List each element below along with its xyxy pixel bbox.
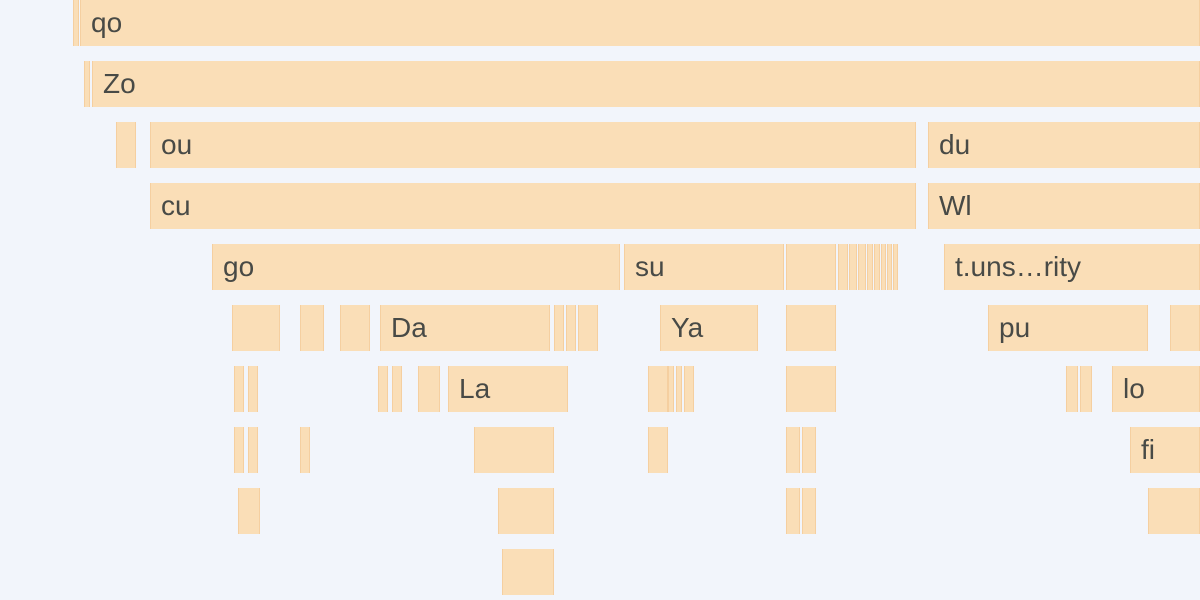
flame-frame[interactable]	[802, 488, 816, 534]
flame-frame[interactable]	[498, 488, 554, 534]
flame-frame[interactable]	[893, 244, 898, 290]
flame-frame[interactable]	[300, 305, 324, 351]
flame-frame[interactable]	[234, 366, 244, 412]
flame-frame[interactable]	[248, 427, 258, 473]
flame-frame-label: fi	[1141, 436, 1155, 464]
flame-frame-label: Ya	[671, 314, 703, 342]
flame-frame[interactable]: La	[448, 366, 568, 412]
flame-frame[interactable]	[1170, 305, 1200, 351]
flame-frame[interactable]	[116, 122, 136, 168]
flame-frame[interactable]: go	[212, 244, 620, 290]
flame-frame[interactable]	[232, 305, 280, 351]
flame-frame[interactable]	[234, 427, 244, 473]
flame-frame[interactable]	[340, 305, 370, 351]
flame-frame[interactable]: cu	[150, 183, 916, 229]
flame-frame[interactable]: lo	[1112, 366, 1200, 412]
flame-frame[interactable]	[881, 244, 886, 290]
flame-frame[interactable]	[300, 427, 310, 473]
flamegraph: qo Zo ou du cu Wl go su t.uns…rity Da Ya pu La lo fi	[0, 0, 1200, 600]
flame-frame[interactable]	[378, 366, 388, 412]
flame-frame-label: lo	[1123, 375, 1145, 403]
flame-frame[interactable]	[238, 488, 260, 534]
flame-frame[interactable]	[786, 488, 800, 534]
flame-frame[interactable]	[648, 366, 668, 412]
flame-frame[interactable]	[554, 305, 564, 351]
flame-frame-label: Wl	[939, 192, 972, 220]
flame-frame-label: cu	[161, 192, 191, 220]
flame-frame[interactable]	[867, 244, 873, 290]
flame-frame[interactable]	[1080, 366, 1092, 412]
flame-frame[interactable]	[887, 244, 892, 290]
flame-frame[interactable]: ou	[150, 122, 916, 168]
flame-frame[interactable]: t.uns…rity	[944, 244, 1200, 290]
flame-frame-label: pu	[999, 314, 1030, 342]
flame-frame[interactable]	[1066, 366, 1078, 412]
flame-frame[interactable]	[648, 427, 668, 473]
flame-frame[interactable]: fi	[1130, 427, 1200, 473]
flame-frame[interactable]	[502, 549, 554, 595]
flame-frame[interactable]	[392, 366, 402, 412]
flame-frame[interactable]	[668, 366, 674, 412]
flame-frame[interactable]	[874, 244, 880, 290]
flame-frame-label: Da	[391, 314, 427, 342]
flame-frame-label: qo	[91, 9, 122, 37]
flame-frame-label: go	[223, 253, 254, 281]
flame-frame-label: t.uns…rity	[955, 253, 1081, 281]
flame-frame[interactable]	[73, 0, 79, 46]
flame-frame[interactable]	[1148, 488, 1200, 534]
flame-frame-label: ou	[161, 131, 192, 159]
flame-frame[interactable]	[248, 366, 258, 412]
flame-frame[interactable]: qo	[80, 0, 1200, 46]
flame-frame[interactable]: Ya	[660, 305, 758, 351]
flame-frame[interactable]	[838, 244, 848, 290]
flame-frame[interactable]	[84, 61, 90, 107]
flame-frame[interactable]: pu	[988, 305, 1148, 351]
flame-frame[interactable]: du	[928, 122, 1200, 168]
flame-frame[interactable]	[802, 427, 816, 473]
flame-frame[interactable]	[849, 244, 857, 290]
flame-frame[interactable]: su	[624, 244, 784, 290]
flame-frame-label: La	[459, 375, 490, 403]
flame-frame[interactable]	[566, 305, 576, 351]
flame-frame[interactable]	[786, 244, 836, 290]
flame-frame-label: du	[939, 131, 970, 159]
flame-frame[interactable]	[474, 427, 554, 473]
flame-frame-label: su	[635, 253, 665, 281]
flame-frame-label: Zo	[103, 70, 136, 98]
flame-frame[interactable]	[786, 427, 800, 473]
flame-frame[interactable]	[684, 366, 694, 412]
flame-frame[interactable]	[858, 244, 866, 290]
flame-frame[interactable]	[786, 305, 836, 351]
flame-frame[interactable]	[578, 305, 598, 351]
flame-frame[interactable]	[418, 366, 440, 412]
flame-frame[interactable]: Zo	[92, 61, 1200, 107]
flame-frame[interactable]: Da	[380, 305, 550, 351]
flame-frame[interactable]: Wl	[928, 183, 1200, 229]
flame-frame[interactable]	[786, 366, 836, 412]
flame-frame[interactable]	[676, 366, 682, 412]
